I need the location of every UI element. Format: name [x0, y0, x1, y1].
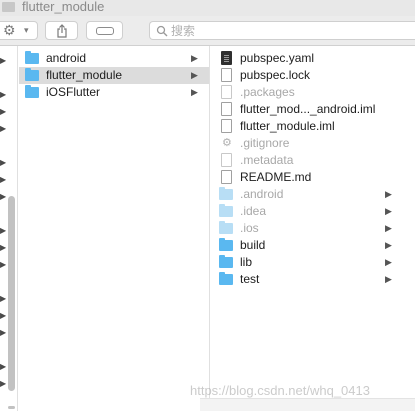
toolbar: ⚙ ▾ 搜索	[0, 16, 415, 46]
chevron-right-icon: ▶	[0, 294, 7, 303]
search-icon	[156, 25, 168, 37]
list-item-iosflutter[interactable]: iOSFlutter ▶	[19, 84, 209, 101]
column-footer	[200, 398, 415, 411]
list-item-packages[interactable]: .packages	[211, 84, 415, 101]
item-name: lib	[240, 255, 253, 269]
list-item-module-iml[interactable]: flutter_module.iml	[211, 118, 415, 135]
chevron-right-icon: ▶	[0, 311, 7, 320]
chevron-right-icon: ▶	[0, 192, 7, 201]
search-field[interactable]: 搜索	[149, 21, 415, 40]
list-item-dot-ios[interactable]: .ios ▶	[211, 220, 415, 237]
chevron-right-icon: ▶	[0, 107, 7, 116]
item-name: android	[46, 51, 87, 65]
chevron-right-icon: ▶	[0, 260, 7, 269]
file-icon	[221, 170, 232, 184]
gear-file-icon: ⚙	[222, 137, 232, 149]
gear-icon: ⚙	[3, 22, 16, 38]
item-name: .android	[240, 187, 284, 201]
item-name: pubspec.lock	[240, 68, 311, 82]
share-icon	[57, 24, 67, 38]
list-item-dot-android[interactable]: .android ▶	[211, 186, 415, 203]
item-name: flutter_module.iml	[240, 119, 335, 133]
yaml-file-icon	[221, 51, 232, 65]
middle-column: android ▶ flutter_module ▶ iOSFlutter ▶	[19, 46, 210, 411]
item-name: flutter_mod..._android.iml	[240, 102, 376, 116]
chevron-right-icon: ▶	[385, 206, 392, 216]
watermark: https://blog.csdn.net/whq_0413	[190, 383, 370, 398]
parent-column[interactable]: ▶ ▶ ▶ ▶ ▶ ▶ ▶ ▶ ▶ ▶ ▶ ▶ ▶ ▶ ▶	[0, 46, 18, 411]
list-item-pubspec-lock[interactable]: pubspec.lock	[211, 67, 415, 84]
window-title: flutter_module	[22, 0, 105, 14]
scrollbar-thumb[interactable]	[8, 196, 15, 391]
chevron-right-icon: ▶	[191, 70, 198, 80]
folder-icon	[25, 51, 39, 64]
list-item-pubspec-yaml[interactable]: pubspec.yaml	[211, 50, 415, 67]
chevron-right-icon: ▶	[385, 274, 392, 284]
file-icon	[221, 119, 232, 133]
item-name: test	[240, 272, 260, 286]
item-name: .packages	[240, 85, 295, 99]
chevron-right-icon: ▶	[385, 189, 392, 199]
folder-icon	[2, 2, 15, 12]
item-name: .gitignore	[240, 136, 290, 150]
chevron-right-icon: ▶	[0, 175, 7, 184]
file-icon	[221, 102, 232, 116]
item-name: pubspec.yaml	[240, 51, 315, 65]
action-menu-button[interactable]: ⚙ ▾	[0, 21, 38, 40]
item-name: .metadata	[240, 153, 294, 167]
folder-icon	[219, 187, 233, 200]
list-item-build[interactable]: build ▶	[211, 237, 415, 254]
list-item-gitignore[interactable]: ⚙ .gitignore	[211, 135, 415, 152]
chevron-down-icon: ▾	[24, 25, 29, 35]
chevron-right-icon: ▶	[191, 87, 198, 97]
item-name: .idea	[240, 204, 267, 218]
chevron-right-icon: ▶	[385, 240, 392, 250]
item-name: iOSFlutter	[46, 85, 101, 99]
chevron-right-icon: ▶	[0, 328, 7, 337]
folder-icon	[219, 238, 233, 251]
chevron-right-icon: ▶	[191, 53, 198, 63]
list-item-lib[interactable]: lib ▶	[211, 254, 415, 271]
list-item-flutter-module[interactable]: flutter_module ▶	[19, 67, 209, 84]
search-placeholder: 搜索	[171, 24, 196, 38]
chevron-right-icon: ▶	[0, 362, 7, 371]
chevron-right-icon: ▶	[0, 379, 7, 388]
folder-icon	[25, 85, 39, 98]
folder-icon	[219, 272, 233, 285]
tags-button[interactable]	[86, 21, 123, 40]
chevron-right-icon: ▶	[0, 243, 7, 252]
list-item-metadata[interactable]: .metadata	[211, 152, 415, 169]
chevron-right-icon: ▶	[0, 56, 7, 65]
list-item-test[interactable]: test ▶	[211, 271, 415, 288]
folder-icon	[219, 255, 233, 268]
share-button[interactable]	[45, 21, 78, 40]
file-icon	[221, 85, 232, 99]
chevron-right-icon: ▶	[385, 223, 392, 233]
contents-column: pubspec.yaml pubspec.lock .packages flut…	[211, 46, 415, 411]
chevron-right-icon: ▶	[385, 257, 392, 267]
folder-icon	[25, 68, 39, 81]
file-icon	[221, 153, 232, 167]
list-item-readme[interactable]: README.md	[211, 169, 415, 186]
title-bar: flutter_module	[0, 0, 415, 16]
scrollbar-thumb[interactable]	[8, 406, 15, 409]
list-item-android-iml[interactable]: flutter_mod..._android.iml	[211, 101, 415, 118]
chevron-right-icon: ▶	[0, 226, 7, 235]
chevron-right-icon: ▶	[0, 124, 7, 133]
list-item-dot-idea[interactable]: .idea ▶	[211, 203, 415, 220]
file-icon	[221, 68, 232, 82]
chevron-right-icon: ▶	[0, 90, 7, 99]
item-name: README.md	[240, 170, 312, 184]
folder-icon	[219, 204, 233, 217]
folder-icon	[219, 221, 233, 234]
tag-icon	[96, 27, 114, 35]
item-name: build	[240, 238, 266, 252]
item-name: flutter_module	[46, 68, 123, 82]
list-item-android[interactable]: android ▶	[19, 50, 209, 67]
chevron-right-icon: ▶	[0, 158, 7, 167]
item-name: .ios	[240, 221, 259, 235]
